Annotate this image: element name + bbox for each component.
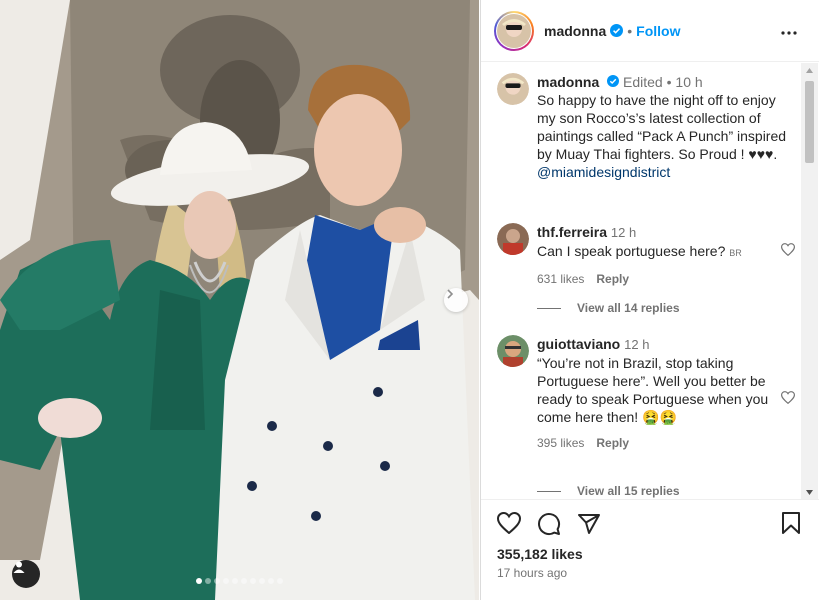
caption-edited: Edited bbox=[623, 74, 663, 90]
flag-label: BR bbox=[729, 248, 742, 258]
photo-illustration bbox=[0, 0, 479, 600]
heart-icon bbox=[780, 243, 796, 257]
scroll-down-arrow-icon[interactable] bbox=[801, 485, 818, 499]
heart-icon bbox=[496, 511, 522, 535]
comment-username[interactable]: thf.ferreira bbox=[537, 224, 607, 240]
chevron-right-icon bbox=[447, 289, 454, 299]
comment-username[interactable]: guiottaviano bbox=[537, 336, 620, 352]
view-replies-button[interactable]: View all 15 replies bbox=[537, 484, 680, 498]
reply-button[interactable]: Reply bbox=[596, 270, 629, 288]
share-button[interactable] bbox=[577, 512, 601, 541]
comment-likes[interactable]: 631 likes bbox=[537, 270, 584, 288]
comment-item: thf.ferreira 12 h Can I speak portuguese… bbox=[497, 223, 796, 288]
post-actions: 355,182 likes 17 hours ago bbox=[481, 499, 819, 600]
likes-count[interactable]: 355,182 likes bbox=[497, 546, 583, 562]
scrollbar-thumb[interactable] bbox=[805, 81, 814, 163]
caption-age: 10 h bbox=[675, 74, 703, 90]
carousel-indicator bbox=[0, 578, 479, 584]
scroll-up-arrow-icon[interactable] bbox=[801, 63, 818, 77]
carousel-dot bbox=[241, 578, 247, 584]
comment-text: Can I speak portuguese here? bbox=[537, 243, 726, 259]
post-photo[interactable] bbox=[0, 0, 479, 600]
share-icon bbox=[578, 514, 600, 534]
caption-text: So happy to have the night off to enjoy … bbox=[537, 92, 787, 162]
verified-icon bbox=[610, 24, 624, 37]
carousel-dot bbox=[259, 578, 265, 584]
comment-emoji: 🤮🤮 bbox=[642, 409, 677, 425]
bookmark-icon bbox=[782, 512, 800, 534]
comment-item: guiottaviano 12 h “You’re not in Brazil,… bbox=[497, 335, 796, 452]
like-button[interactable] bbox=[496, 511, 522, 541]
comment-like-button[interactable] bbox=[780, 391, 796, 409]
comment-icon bbox=[538, 513, 561, 536]
carousel-next-button[interactable] bbox=[444, 288, 468, 312]
follow-button[interactable]: Follow bbox=[636, 23, 680, 39]
view-replies-button[interactable]: View all 14 replies bbox=[537, 301, 680, 315]
caption-dot: • bbox=[666, 74, 672, 90]
carousel-dot bbox=[214, 578, 220, 584]
comment-likes[interactable]: 395 likes bbox=[537, 434, 584, 452]
carousel-dot bbox=[205, 578, 211, 584]
caption-username[interactable]: madonna bbox=[537, 74, 599, 90]
save-button[interactable] bbox=[781, 512, 801, 539]
comment-avatar[interactable] bbox=[497, 223, 529, 255]
caption-avatar[interactable] bbox=[497, 73, 529, 105]
carousel-dot bbox=[196, 578, 202, 584]
header-separator: • bbox=[627, 22, 633, 39]
comments-scrollbar[interactable] bbox=[801, 63, 818, 499]
caption: madonna Edited • 10 h So happy to have t… bbox=[497, 73, 787, 181]
carousel-dot bbox=[250, 578, 256, 584]
comments-list[interactable]: madonna Edited • 10 h So happy to have t… bbox=[481, 63, 801, 499]
comment-age: 12 h bbox=[610, 225, 637, 240]
avatar[interactable] bbox=[494, 10, 534, 51]
header-username[interactable]: madonna bbox=[544, 23, 606, 39]
carousel-dot bbox=[232, 578, 238, 584]
comment-like-button[interactable] bbox=[780, 243, 796, 261]
post-timestamp[interactable]: 17 hours ago bbox=[497, 566, 567, 580]
post-side-panel: madonna • Follow madonna Edited • 10 h S… bbox=[480, 0, 820, 600]
carousel-dot bbox=[223, 578, 229, 584]
more-options-button[interactable] bbox=[781, 22, 797, 40]
caption-mention-link[interactable]: @miamidesigndistrict bbox=[537, 164, 670, 180]
comment-button[interactable] bbox=[537, 512, 561, 541]
view-replies-label: View all 15 replies bbox=[577, 484, 680, 498]
avatar-image bbox=[497, 13, 531, 48]
user-tag-icon bbox=[13, 561, 25, 573]
reply-button[interactable]: Reply bbox=[596, 434, 629, 452]
view-replies-label: View all 14 replies bbox=[577, 301, 680, 315]
comment-avatar[interactable] bbox=[497, 335, 529, 367]
carousel-dot bbox=[268, 578, 274, 584]
heart-icon bbox=[780, 391, 796, 405]
more-icon bbox=[781, 31, 797, 35]
verified-icon bbox=[607, 75, 620, 87]
carousel-dot bbox=[277, 578, 283, 584]
comment-age: 12 h bbox=[624, 337, 650, 352]
post-header: madonna • Follow bbox=[481, 0, 819, 62]
